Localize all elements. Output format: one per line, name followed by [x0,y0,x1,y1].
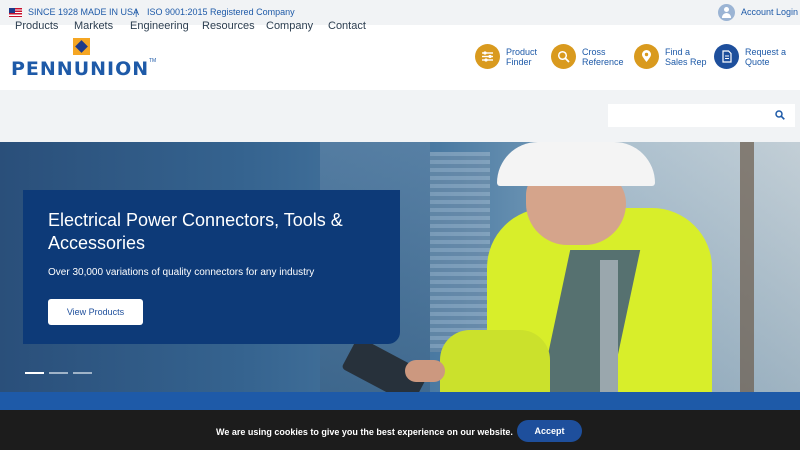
product-finder-label-2: Finder [506,56,532,67]
pennunion-logo-icon[interactable] [73,38,90,55]
view-products-button[interactable]: View Products [48,299,143,325]
product-finder-link[interactable]: Product Finder [475,44,556,69]
request-quote-link[interactable]: Request a Quote [714,44,795,69]
hero-title: Electrical Power Connectors, Tools & Acc… [48,210,343,253]
iso-certification-text: ISO 9001:2015 Registered Company [147,7,295,17]
nav-resources[interactable]: Resources [202,20,255,32]
find-sales-rep-label-1: Find a [665,46,691,57]
worker-sleeve [440,330,550,392]
request-quote-label-2: Quote [745,56,770,67]
magnifier-icon [551,44,576,69]
accept-cookies-button[interactable]: Accept [517,420,582,442]
document-icon [714,44,739,69]
account-login-link[interactable]: Account Login [741,7,798,17]
hero-subtitle: Over 30,000 variations of quality connec… [48,267,315,278]
carousel-dot-2[interactable] [49,372,68,374]
search-icon[interactable] [775,110,785,120]
logo-trademark: TM [149,58,157,64]
carousel-dot-1[interactable] [25,372,44,374]
find-sales-rep-label-2: Sales Rep [665,56,707,67]
nav-markets[interactable]: Markets [74,20,113,32]
nav-engineering[interactable]: Engineering [130,20,189,32]
cross-reference-label-2: Reference [582,56,624,67]
sliders-icon [475,44,500,69]
account-user-icon[interactable] [718,4,735,21]
cross-reference-label-1: Cross [582,46,606,57]
us-flag-icon [9,8,22,17]
nav-products[interactable]: Products [15,20,58,32]
find-sales-rep-link[interactable]: Find a Sales Rep [634,44,715,69]
carousel-dot-3[interactable] [73,372,92,374]
product-finder-label-1: Product [506,46,538,57]
blue-section-strip [0,392,800,410]
nav-contact[interactable]: Contact [328,20,366,32]
cookie-message: We are using cookies to give you the bes… [216,427,513,437]
request-quote-label-1: Request a [745,46,787,57]
since-1928-text: SINCE 1928 MADE IN USA [28,7,140,17]
cross-reference-link[interactable]: Cross Reference [551,44,632,69]
nav-company[interactable]: Company [266,20,313,32]
worker-reflective-band [600,260,618,393]
search-input[interactable] [608,104,795,127]
carousel-indicators [25,372,92,374]
worker-hard-hat [497,142,655,186]
location-pin-icon [634,44,659,69]
site-header: PENNUNION TM Product Finder Cross Referenc… [0,25,800,90]
logo-wordmark[interactable]: PENNUNION [11,58,149,80]
worker-hand [405,360,445,382]
topbar-separator: | [135,7,138,17]
